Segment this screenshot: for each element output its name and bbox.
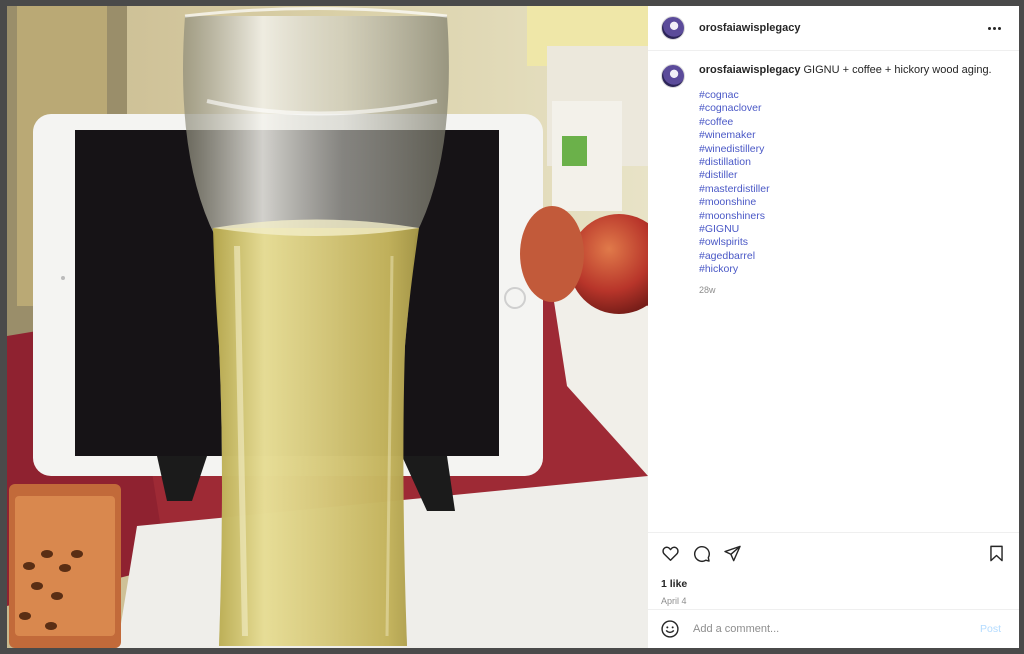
hashtag-link[interactable]: #winemaker	[699, 129, 992, 142]
hashtag-link[interactable]: #owlspirits	[699, 236, 992, 249]
hashtag-link[interactable]: #cognaclover	[699, 102, 992, 115]
caption-avatar[interactable]	[661, 64, 685, 88]
hashtag-link[interactable]: #moonshiners	[699, 210, 992, 223]
post-date[interactable]: April 4	[661, 596, 1006, 606]
hashtag-link[interactable]: #GIGNU	[699, 223, 992, 236]
hashtag-link[interactable]: #masterdistiller	[699, 183, 992, 196]
post-header: orosfaiawisplegacy	[648, 6, 1019, 51]
likes-count[interactable]: 1 like	[661, 578, 1006, 590]
username-link[interactable]: orosfaiawisplegacy	[699, 22, 984, 34]
comment-icon[interactable]	[692, 544, 711, 563]
hashtag-list: #cognac #cognaclover #coffee #winemaker …	[699, 89, 992, 277]
hashtag-link[interactable]: #agedbarrel	[699, 250, 992, 263]
avatar[interactable]	[661, 16, 685, 40]
hashtag-link[interactable]: #distiller	[699, 169, 992, 182]
caption-username[interactable]: orosfaiawisplegacy	[699, 64, 801, 76]
send-icon[interactable]	[723, 544, 742, 563]
post-comment-button[interactable]: Post	[974, 622, 1007, 636]
post-modal: orosfaiawisplegacy orosfaiawisplegacy GIG…	[7, 6, 1019, 648]
hashtag-link[interactable]: #cognac	[699, 89, 992, 102]
emoji-icon[interactable]	[660, 619, 680, 639]
hashtag-link[interactable]: #hickory	[699, 263, 992, 276]
post-sidebar: orosfaiawisplegacy orosfaiawisplegacy GIG…	[648, 6, 1019, 648]
post-photo-image	[7, 6, 648, 648]
caption-body: orosfaiawisplegacy GIGNU + coffee + hicko…	[699, 63, 992, 297]
bookmark-icon[interactable]	[987, 544, 1006, 563]
post-photo[interactable]	[7, 6, 648, 648]
caption: orosfaiawisplegacy GIGNU + coffee + hicko…	[661, 63, 1006, 297]
hashtag-link[interactable]: #distillation	[699, 156, 992, 169]
hashtag-link[interactable]: #coffee	[699, 116, 992, 129]
caption-age[interactable]: 28w	[699, 283, 992, 297]
hashtag-link[interactable]: #moonshine	[699, 196, 992, 209]
hashtag-link[interactable]: #winedistillery	[699, 143, 992, 156]
comment-form: Post	[648, 609, 1019, 648]
comment-input[interactable]	[691, 622, 974, 636]
action-bar: 1 like April 4	[648, 532, 1019, 609]
more-icon[interactable]	[984, 23, 1005, 34]
caption-text: GIGNU + coffee + hickory wood aging.	[803, 64, 992, 76]
comments-section: orosfaiawisplegacy GIGNU + coffee + hicko…	[648, 51, 1019, 532]
action-icons	[661, 541, 1006, 565]
heart-icon[interactable]	[661, 544, 680, 563]
